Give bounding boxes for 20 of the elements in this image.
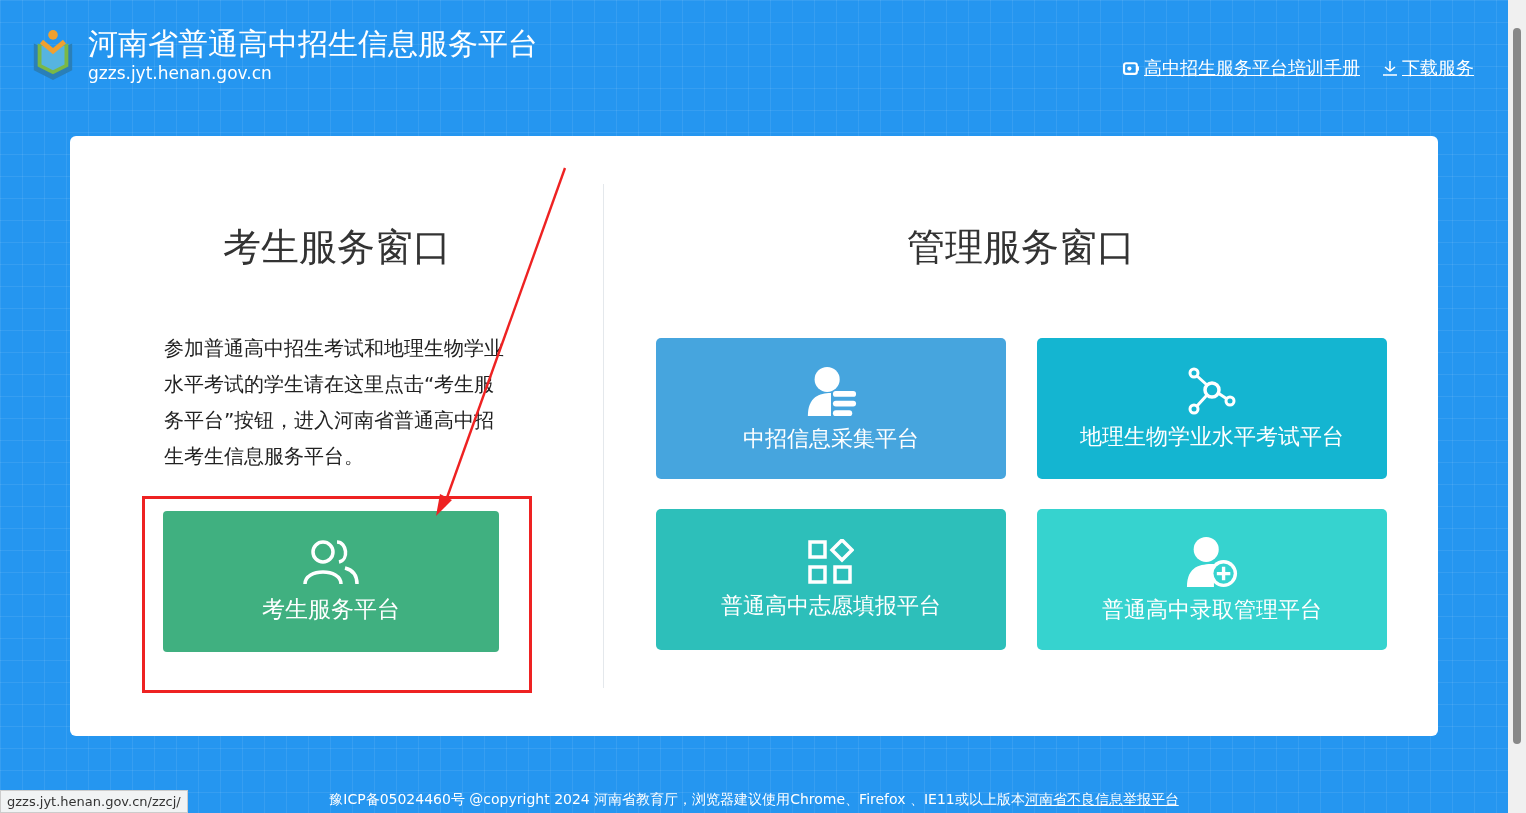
download-icon	[1382, 60, 1398, 76]
header-link[interactable]: 下载服务	[1402, 56, 1474, 80]
platform-tile[interactable]: 中招信息采集平台	[655, 338, 1006, 479]
add-user-icon	[1184, 534, 1239, 589]
student-platform-button[interactable]: 考生服务平台	[162, 511, 499, 652]
report-link[interactable]: 河南省不良信息举报平台	[1024, 791, 1179, 807]
platform-tile[interactable]: 普通高中录取管理平台	[1036, 509, 1387, 650]
apps-icon	[807, 538, 854, 585]
site-title: 河南省普通高中招生信息服务平台	[88, 26, 538, 62]
nodes-icon	[1186, 365, 1237, 416]
section-heading: 管理服务窗口	[907, 224, 1135, 271]
section-heading: 考生服务窗口	[222, 224, 451, 271]
platform-tile[interactable]: 普通高中志愿填报平台	[655, 509, 1006, 650]
footer-text: 豫ICP备05024460号 @copyright 2024 河南省教育厅，浏览器建议使用Chrome、Firefox 、IE11或以上版本	[329, 791, 1025, 807]
camera-icon	[1123, 61, 1140, 75]
platform-tile[interactable]: 地理生物学业水平考试平台	[1036, 338, 1387, 479]
header-link[interactable]: 高中招生服务平台培训手册	[1144, 56, 1360, 80]
site-domain: gzzs.jyt.henan.gov.cn	[88, 62, 273, 84]
users-icon	[302, 538, 359, 586]
status-url: gzzs.jyt.henan.gov.cn/zzcj/	[0, 790, 188, 813]
